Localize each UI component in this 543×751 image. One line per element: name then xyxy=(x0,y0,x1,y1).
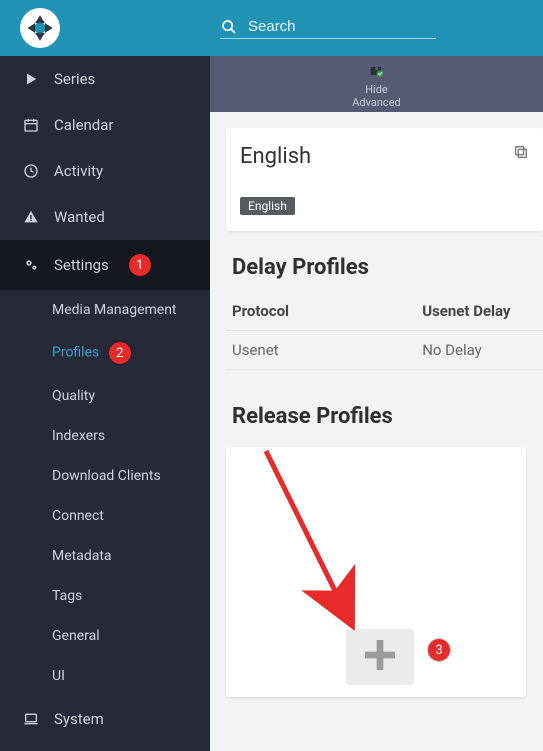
sidebar-label: Activity xyxy=(54,162,103,180)
language-chip: English xyxy=(240,197,295,215)
gears-icon xyxy=(22,256,40,274)
main-panel: English English Delay Profiles Protocol … xyxy=(210,112,543,751)
sidebar-label: System xyxy=(54,710,104,728)
clone-icon[interactable] xyxy=(513,144,529,164)
col-protocol: Protocol xyxy=(226,294,416,331)
table-row[interactable]: Usenet No Delay xyxy=(226,331,543,370)
toolbar-label-line2: Advanced xyxy=(352,96,400,109)
plus-icon xyxy=(360,635,400,679)
sidebar-sub-indexers[interactable]: Indexers xyxy=(0,416,210,456)
table-header-row: Protocol Usenet Delay xyxy=(226,294,543,331)
sidebar-item-settings[interactable]: Settings 1 xyxy=(0,240,210,290)
puzzle-check-icon xyxy=(364,59,388,83)
sidebar: Series Calendar Activity Wanted Settings… xyxy=(0,56,210,751)
sidebar-sub-profiles[interactable]: Profiles 2 xyxy=(0,330,210,376)
sidebar-sub-ui[interactable]: UI xyxy=(0,656,210,696)
sidebar-sub-connect[interactable]: Connect xyxy=(0,496,210,536)
annotation-badge-1: 1 xyxy=(129,254,151,276)
topbar xyxy=(0,0,543,56)
sidebar-label: Wanted xyxy=(54,208,105,226)
sidebar-item-wanted[interactable]: Wanted xyxy=(0,194,210,240)
sidebar-sub-download-clients[interactable]: Download Clients xyxy=(0,456,210,496)
cell-protocol: Usenet xyxy=(226,331,416,370)
search-icon xyxy=(220,18,238,36)
sidebar-label: Series xyxy=(54,70,95,88)
sidebar-sub-media-management[interactable]: Media Management xyxy=(0,290,210,330)
sidebar-sub-label: Profiles xyxy=(52,345,99,361)
language-profile-title: English xyxy=(240,144,529,169)
sidebar-item-system[interactable]: System xyxy=(0,696,210,742)
toolbar: Hide Advanced xyxy=(210,56,543,112)
delay-profiles-table: Protocol Usenet Delay Usenet No Delay xyxy=(226,294,543,370)
sidebar-sub-tags[interactable]: Tags xyxy=(0,576,210,616)
settings-submenu: Media Management Profiles 2 Quality Inde… xyxy=(0,290,210,696)
delay-profiles-heading: Delay Profiles xyxy=(232,255,543,280)
sidebar-sub-general[interactable]: General xyxy=(0,616,210,656)
sidebar-sub-metadata[interactable]: Metadata xyxy=(0,536,210,576)
sidebar-label: Calendar xyxy=(54,116,114,134)
col-usenet-delay: Usenet Delay xyxy=(416,294,543,331)
calendar-icon xyxy=(22,116,40,134)
sidebar-item-calendar[interactable]: Calendar xyxy=(0,102,210,148)
sidebar-item-activity[interactable]: Activity xyxy=(0,148,210,194)
laptop-icon xyxy=(22,710,40,728)
content-area: Hide Advanced English English Delay Prof… xyxy=(210,56,543,751)
annotation-badge-2: 2 xyxy=(109,342,131,364)
cell-usenet-delay: No Delay xyxy=(416,331,543,370)
warning-icon xyxy=(22,208,40,226)
hide-advanced-button[interactable]: Hide Advanced xyxy=(352,59,400,109)
release-profiles-heading: Release Profiles xyxy=(232,404,543,429)
annotation-badge-3: 3 xyxy=(428,639,450,661)
play-icon xyxy=(22,70,40,88)
toolbar-label-line1: Hide xyxy=(365,83,388,96)
search-input[interactable] xyxy=(248,18,438,35)
sidebar-label: Settings xyxy=(54,256,109,274)
search-bar[interactable] xyxy=(220,18,436,39)
sidebar-sub-quality[interactable]: Quality xyxy=(0,376,210,416)
add-release-profile-card[interactable]: 3 xyxy=(226,447,526,697)
clock-icon xyxy=(22,162,40,180)
add-profile-button[interactable] xyxy=(346,629,414,685)
sidebar-item-series[interactable]: Series xyxy=(0,56,210,102)
language-profile-card[interactable]: English English xyxy=(226,128,543,231)
app-logo xyxy=(20,8,60,48)
